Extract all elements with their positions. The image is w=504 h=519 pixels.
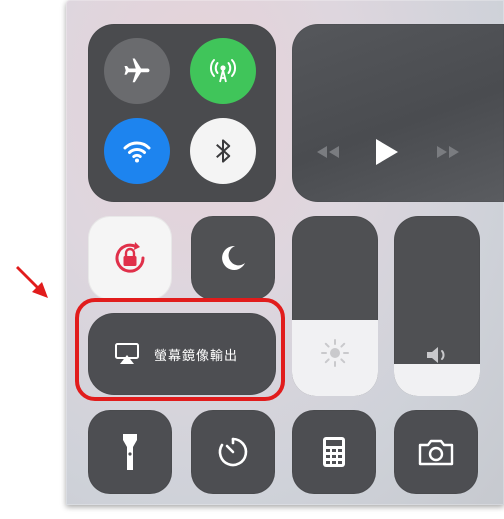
- bluetooth-toggle[interactable]: [190, 118, 256, 184]
- moon-icon: [222, 245, 245, 270]
- play-button[interactable]: [366, 134, 406, 170]
- bluetooth-icon: [216, 139, 231, 163]
- rewind-icon: [317, 146, 339, 158]
- cellular-data-toggle[interactable]: [190, 38, 256, 104]
- airplane-icon: [124, 58, 150, 83]
- rotation-lock-icon: [115, 242, 145, 273]
- rewind-button[interactable]: [308, 138, 348, 166]
- wifi-toggle[interactable]: [104, 118, 170, 184]
- volume-fill: [394, 363, 480, 396]
- brightness-slider[interactable]: [292, 216, 378, 396]
- wifi-icon: [123, 141, 151, 163]
- highlight-box: [75, 298, 285, 401]
- calculator-button[interactable]: [292, 410, 376, 494]
- media-controls-module: [292, 24, 504, 202]
- calculator-icon: [323, 437, 345, 467]
- speaker-icon: [427, 347, 445, 363]
- do-not-disturb-toggle[interactable]: [191, 216, 275, 300]
- cellular-icon: [210, 59, 236, 83]
- camera-button[interactable]: [394, 410, 478, 494]
- timer-icon: [218, 437, 248, 467]
- play-icon: [376, 139, 398, 165]
- rotation-lock-toggle[interactable]: [88, 216, 172, 300]
- flashlight-button[interactable]: [88, 410, 172, 494]
- fast-forward-button[interactable]: [428, 138, 468, 166]
- pointer-arrow-icon: [16, 266, 48, 298]
- camera-icon: [418, 439, 454, 466]
- volume-slider[interactable]: [394, 216, 480, 396]
- flashlight-icon: [123, 434, 137, 470]
- sun-icon: [321, 339, 349, 367]
- fast-forward-icon: [437, 146, 459, 158]
- timer-button[interactable]: [191, 410, 275, 494]
- airplane-mode-toggle[interactable]: [104, 38, 170, 104]
